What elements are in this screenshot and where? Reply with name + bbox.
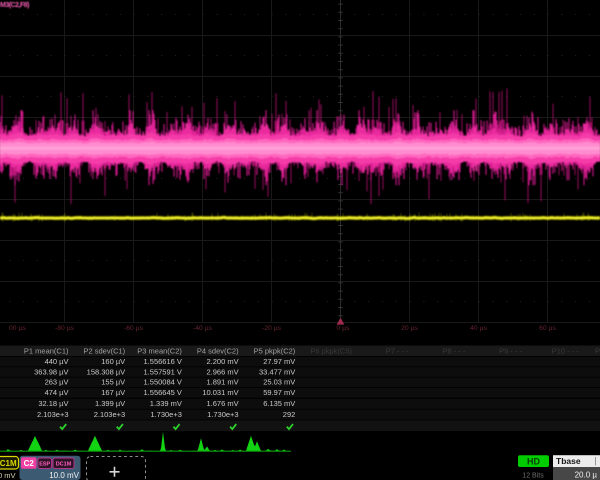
svg-text:33.477 mV: 33.477 mV [259, 367, 295, 376]
svg-text:1.556645 V: 1.556645 V [144, 388, 182, 397]
svg-text:59.97 mV: 59.97 mV [263, 388, 295, 397]
svg-text:2.966 mV: 2.966 mV [206, 367, 238, 376]
svg-text:ESP: ESP [39, 462, 50, 468]
svg-text:DC1M: DC1M [0, 459, 17, 468]
svg-text:2.103e+3: 2.103e+3 [94, 410, 126, 419]
svg-text:1.339 mV: 1.339 mV [150, 399, 182, 408]
svg-text:C2: C2 [24, 459, 35, 468]
svg-text:-40 µs: -40 µs [193, 325, 213, 332]
svg-text:1.550084 V: 1.550084 V [144, 378, 182, 387]
svg-text:167 µV: 167 µV [101, 388, 125, 397]
svg-text:1.730e+3: 1.730e+3 [207, 410, 239, 419]
svg-text:158.308 µV: 158.308 µV [87, 367, 126, 376]
svg-text:P4 sdev(C2): P4 sdev(C2) [197, 347, 239, 356]
svg-text:292: 292 [283, 410, 296, 419]
svg-text:60 µs: 60 µs [539, 325, 556, 332]
svg-text:P6 pkpk(C5): P6 pkpk(C5) [310, 347, 352, 356]
svg-text:10.031 mV: 10.031 mV [202, 388, 238, 397]
svg-text:P9 - - -: P9 - - - [499, 347, 522, 356]
svg-text:P3 mean(C2): P3 mean(C2) [137, 347, 182, 356]
svg-text:P1 mean(C1): P1 mean(C1) [24, 347, 69, 356]
svg-text:2.103e+3: 2.103e+3 [37, 410, 69, 419]
svg-text:1.676 mV: 1.676 mV [206, 399, 238, 408]
svg-text:Tbase: Tbase [556, 456, 581, 466]
svg-text:32.18 µV: 32.18 µV [38, 399, 68, 408]
svg-text:DC1M: DC1M [56, 462, 72, 468]
svg-text:M3(C2,F8): M3(C2,F8) [0, 2, 29, 9]
svg-text:160 µV: 160 µV [101, 357, 125, 366]
svg-text:25.03 mV: 25.03 mV [263, 378, 295, 387]
svg-text:HD: HD [527, 457, 540, 467]
svg-text:20.0 µ: 20.0 µ [575, 471, 598, 480]
svg-text:00 µs: 00 µs [9, 325, 26, 332]
svg-text:2.200 mV: 2.200 mV [206, 357, 238, 366]
svg-text:1.730e+3: 1.730e+3 [150, 410, 182, 419]
svg-text:P8 - - -: P8 - - - [442, 347, 465, 356]
svg-text:6.135 mV: 6.135 mV [263, 399, 295, 408]
svg-text:263 µV: 263 µV [45, 378, 69, 387]
svg-text:0 mV: 0 mV [0, 471, 16, 480]
svg-text:1.891 mV: 1.891 mV [206, 378, 238, 387]
svg-text:10.0 mV: 10.0 mV [49, 471, 79, 480]
svg-text:1.399 µV: 1.399 µV [95, 399, 125, 408]
svg-text:20 µs: 20 µs [401, 325, 418, 332]
svg-text:-80 µs: -80 µs [55, 325, 75, 332]
svg-text:12 Bits: 12 Bits [522, 473, 544, 480]
svg-text:1.556616 V: 1.556616 V [144, 357, 182, 366]
svg-text:155 µV: 155 µV [101, 378, 125, 387]
svg-text:40 µs: 40 µs [470, 325, 487, 332]
svg-text:363.98 µV: 363.98 µV [34, 367, 68, 376]
svg-text:1.557591 V: 1.557591 V [144, 367, 182, 376]
svg-text:440 µV: 440 µV [45, 357, 69, 366]
svg-text:P10 - - -: P10 - - - [552, 347, 580, 356]
svg-text:27.97 mV: 27.97 mV [263, 357, 295, 366]
svg-text:P5 pkpk(C2): P5 pkpk(C2) [254, 347, 296, 356]
svg-text:P7 - - -: P7 - - - [386, 347, 409, 356]
svg-text:-20 µs: -20 µs [262, 325, 282, 332]
svg-text:P2 sdev(C1): P2 sdev(C1) [84, 347, 126, 356]
svg-text:0 µs: 0 µs [337, 325, 351, 332]
svg-text:-60 µs: -60 µs [124, 325, 144, 332]
svg-text:474 µV: 474 µV [45, 388, 69, 397]
svg-text:P: P [595, 347, 600, 356]
